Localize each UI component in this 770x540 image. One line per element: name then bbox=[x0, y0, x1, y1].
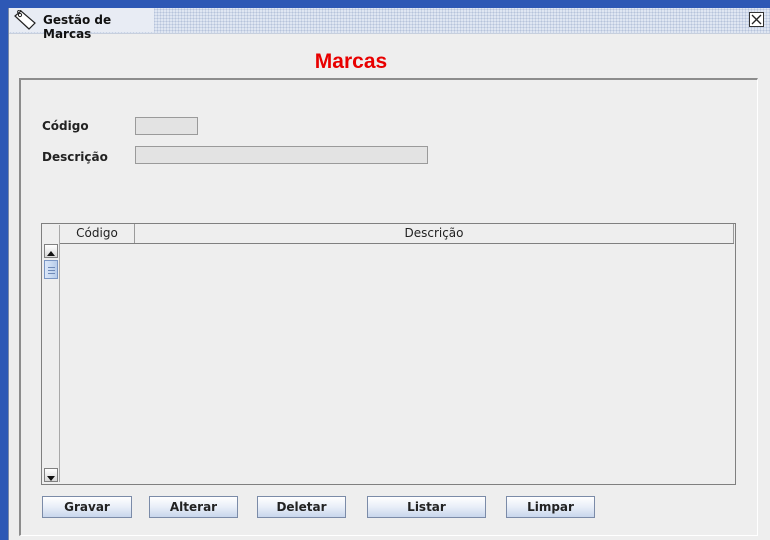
vertical-scrollbar[interactable] bbox=[43, 225, 60, 482]
brands-table[interactable]: Código Descrição bbox=[41, 223, 736, 485]
internal-frame: Gestão de Marcas Marcas Código Descrição bbox=[8, 8, 770, 540]
descricao-label: Descrição bbox=[42, 150, 108, 164]
descricao-field[interactable] bbox=[135, 146, 428, 164]
scroll-down-icon[interactable] bbox=[44, 468, 58, 482]
limpar-button[interactable]: Limpar bbox=[506, 496, 595, 518]
column-header-codigo[interactable]: Código bbox=[60, 224, 135, 243]
codigo-label: Código bbox=[42, 119, 89, 133]
tag-icon bbox=[13, 9, 37, 30]
codigo-field[interactable] bbox=[135, 117, 198, 135]
title-tab: Gestão de Marcas bbox=[9, 8, 154, 41]
listar-button[interactable]: Listar bbox=[367, 496, 486, 518]
column-header-descricao[interactable]: Descrição bbox=[135, 224, 734, 243]
gravar-button[interactable]: Gravar bbox=[42, 496, 132, 518]
scroll-thumb[interactable] bbox=[44, 260, 58, 279]
table-header: Código Descrição bbox=[60, 224, 734, 244]
page-heading: Marcas bbox=[314, 50, 388, 73]
scroll-up-icon[interactable] bbox=[44, 244, 58, 258]
close-icon[interactable] bbox=[749, 12, 764, 27]
window-title: Gestão de Marcas bbox=[43, 13, 112, 41]
alterar-button[interactable]: Alterar bbox=[149, 496, 238, 518]
title-bar[interactable]: Gestão de Marcas bbox=[9, 8, 770, 41]
deletar-button[interactable]: Deletar bbox=[257, 496, 346, 518]
